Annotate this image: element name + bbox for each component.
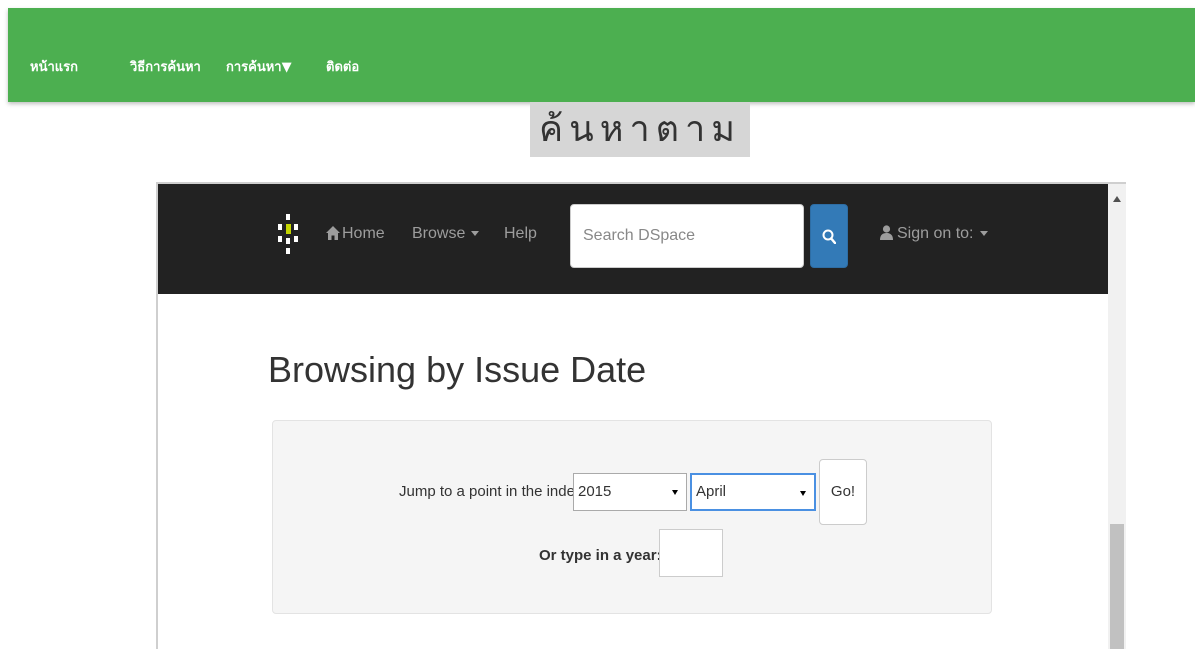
dropdown-arrow-icon [800,491,806,496]
dspace-nav-browse-dropdown[interactable]: Browse [412,224,480,244]
sign-on-label: Sign on to: [897,225,974,242]
dropdown-arrow-icon [672,490,678,495]
user-icon [880,225,893,240]
scroll-up-arrow-icon[interactable] [1113,196,1121,202]
jump-to-panel: Jump to a point in the index: 2015 April… [272,420,992,614]
go-button[interactable]: Go! [819,459,867,525]
embedded-dspace-frame: Home Browse Help Sign on to: Browsing by… [156,182,1126,649]
year-select-value: 2015 [578,483,612,500]
browse-page-title: Browsing by Issue Date [268,349,647,390]
dspace-nav-home[interactable]: Home [326,224,385,244]
vertical-scrollbar[interactable] [1108,184,1126,649]
dspace-navbar: Home Browse Help Sign on to: [158,184,1108,294]
nav-item-search-dropdown[interactable]: การค้นหา▼ [226,60,292,76]
year-select[interactable]: 2015 [573,473,687,511]
search-input[interactable] [570,204,804,268]
search-button[interactable] [810,204,848,268]
top-navigation-bar: หน้าแรก วิธีการค้นหา การค้นหา▼ ติดต่อ [8,8,1195,102]
dspace-nav-home-label: Home [342,225,385,242]
home-icon [326,226,340,240]
nav-item-contact[interactable]: ติดต่อ [326,60,359,76]
type-year-label: Or type in a year: [539,547,662,564]
sign-on-dropdown[interactable]: Sign on to: [880,224,988,244]
nav-item-home[interactable]: หน้าแรก [30,60,78,76]
dspace-nav-help[interactable]: Help [504,224,537,244]
dspace-nav-browse-label: Browse [412,225,466,242]
caret-down-icon [471,231,480,237]
jump-to-label: Jump to a point in the index: [399,483,587,500]
month-select-value: April [696,483,727,500]
nav-item-how-to-search[interactable]: วิธีการค้นหา [130,60,201,76]
search-icon [822,229,836,244]
year-input[interactable] [659,529,723,577]
caret-down-icon [979,231,988,237]
scrollbar-thumb[interactable] [1110,524,1124,649]
page-heading: ค้นหาตามวันที [530,102,750,157]
month-select[interactable]: April [690,473,816,511]
dspace-logo-icon[interactable] [278,214,298,258]
